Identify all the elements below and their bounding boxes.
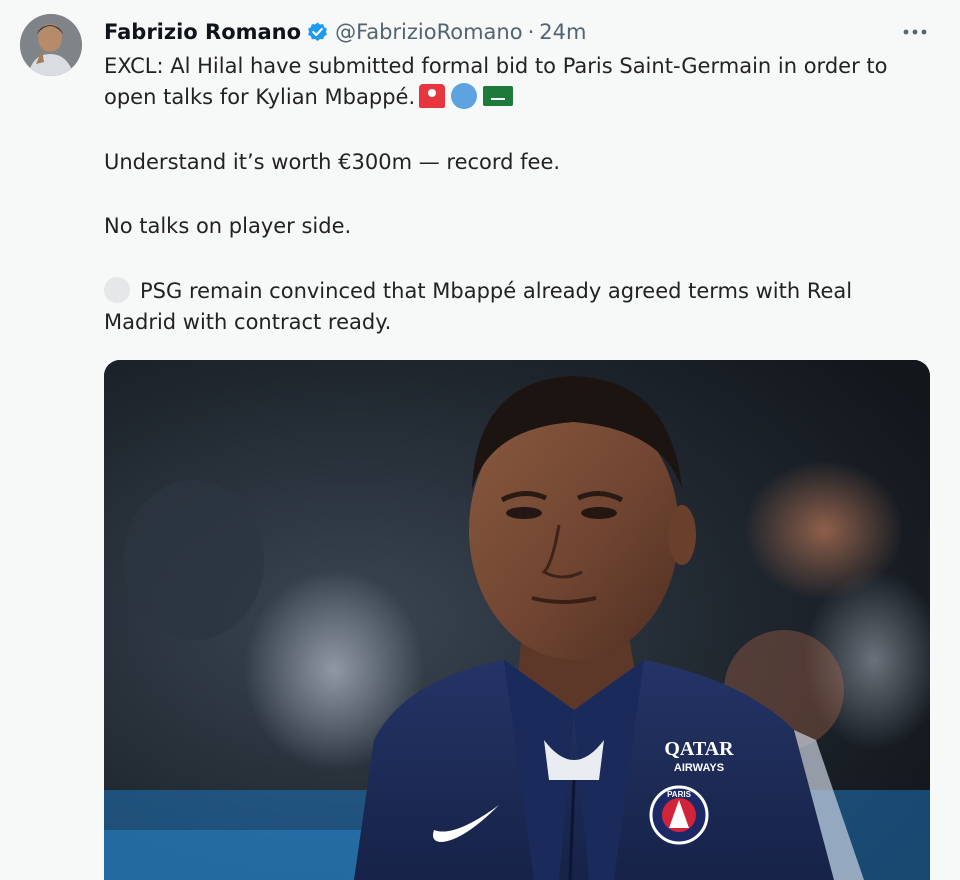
tweet-paragraph-4: PSG remain convinced that Mbappé already… [104,276,934,338]
more-options-icon[interactable] [898,20,932,44]
tweet-line-text: open talks for Kylian Mbappé. [104,85,416,109]
avatar[interactable] [20,14,82,76]
timestamp[interactable]: 24m [539,20,586,44]
tweet-paragraph-3: No talks on player side. [104,214,352,238]
avatar-image [20,14,82,76]
tweet-header: Fabrizio Romano @FabrizioRomano · 24m [104,17,586,47]
crest-text: PARIS [667,790,692,799]
tweet-paragraph-1: EXCL: Al Hilal have submitted formal bid… [104,51,934,113]
author-handle[interactable]: @FabrizioRomano [335,20,523,44]
tweet-paragraph-2: Understand it’s worth €300m — record fee… [104,150,561,174]
sponsor-line-2: AIRWAYS [674,762,724,774]
saudi-flag-icon [483,86,514,106]
tweet-photo[interactable]: PARIS QATAR AIRWAYS [104,360,930,880]
rotating-light-icon [419,84,446,108]
tweet-line: Madrid with contract ready. [104,310,392,334]
separator-dot: · [527,20,535,44]
verified-badge-icon [306,21,329,44]
sponsor-line-1: QATAR [664,738,734,760]
tweet-line: open talks for Kylian Mbappé. [104,82,934,113]
player-photo: PARIS QATAR AIRWAYS [104,360,930,880]
author-name[interactable]: Fabrizio Romano [104,20,301,44]
white-circle-icon [104,277,130,303]
blue-circle-icon [451,83,478,109]
tweet-line: EXCL: Al Hilal have submitted formal bid… [104,54,888,78]
tweet-line: PSG remain convinced that Mbappé already… [104,276,934,307]
tweet-line-text: PSG remain convinced that Mbappé already… [140,279,853,303]
